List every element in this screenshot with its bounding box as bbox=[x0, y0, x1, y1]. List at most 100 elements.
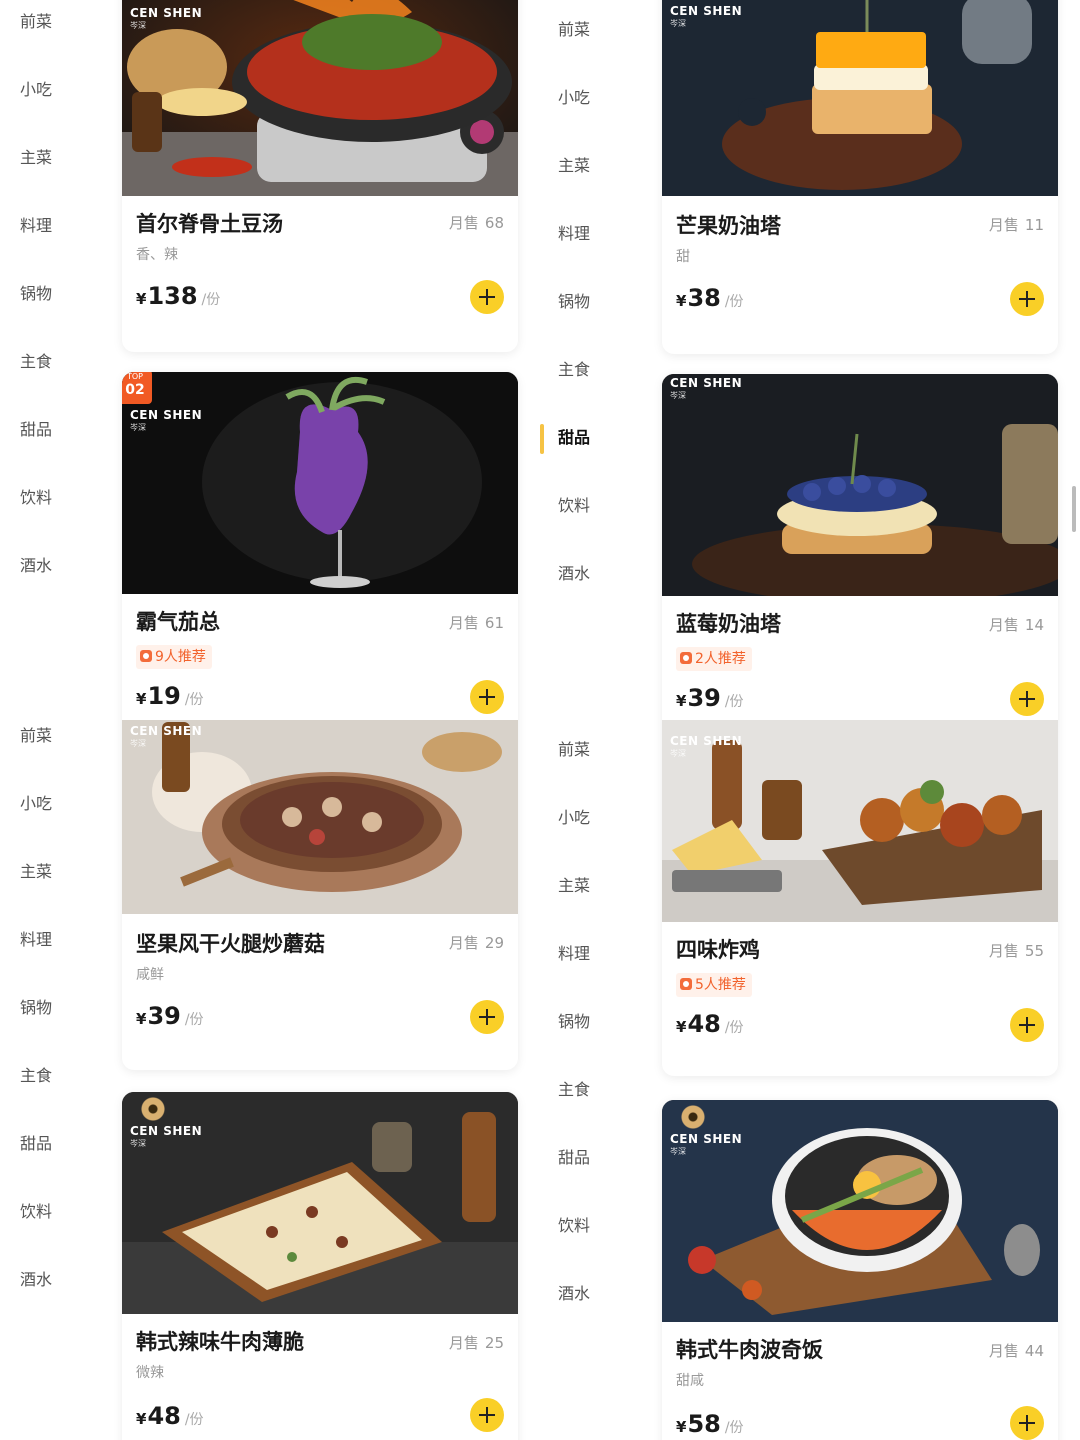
category-item[interactable]: 锅物 bbox=[0, 274, 110, 314]
category-item[interactable]: 锅物 bbox=[540, 282, 650, 322]
category-label: 酒水 bbox=[20, 1270, 53, 1289]
category-item[interactable]: 料理 bbox=[0, 920, 110, 960]
category-label: 前菜 bbox=[558, 740, 591, 759]
brand-logo: CEN SHEN 岑深 bbox=[670, 4, 743, 28]
category-item[interactable]: 饮料 bbox=[0, 1192, 110, 1232]
brand-logo: CEN SHEN 岑深 bbox=[130, 1096, 202, 1149]
category-label: 料理 bbox=[20, 216, 53, 235]
add-to-cart-button[interactable] bbox=[1010, 682, 1044, 716]
dish-photo: CEN SHEN 岑深 bbox=[662, 374, 1058, 596]
category-item[interactable]: 前菜 bbox=[0, 2, 110, 42]
category-label: 饮料 bbox=[558, 1216, 591, 1235]
recommend-icon bbox=[680, 652, 692, 664]
dish-photo: TOP 02 CEN SHEN 岑深 bbox=[122, 372, 518, 594]
monthly-sales: 月售 25 bbox=[448, 1334, 504, 1352]
flower-logo-icon bbox=[140, 1096, 166, 1122]
category-item[interactable]: 主菜 bbox=[540, 146, 650, 186]
category-item-active[interactable]: 甜品 bbox=[540, 418, 650, 458]
category-label: 酒水 bbox=[558, 564, 591, 583]
category-label: 锅物 bbox=[20, 284, 53, 303]
dish-photo: CEN SHEN 岑深 bbox=[662, 720, 1058, 922]
dish-card[interactable]: CEN SHEN 岑深 四味炸鸡 月售 55 5人推荐 ¥48/份 bbox=[662, 720, 1058, 1076]
dish-card[interactable]: CEN SHEN 岑深 坚果风干火腿炒蘑菇 月售 29 咸鲜 ¥39/份 bbox=[122, 720, 518, 1070]
dish-price: ¥39/份 bbox=[136, 1002, 204, 1030]
dish-name: 芒果奶油塔 bbox=[676, 214, 781, 238]
dish-card[interactable]: CEN SHEN 岑深 芒果奶油塔 月售 11 甜 ¥38/份 bbox=[662, 0, 1058, 354]
category-item[interactable]: 酒水 bbox=[540, 1274, 650, 1314]
brand-logo: CEN SHEN 岑深 bbox=[130, 408, 203, 432]
dish-card[interactable]: TOP 02 CEN SHEN 岑深 霸气茄总 月售 61 9人推荐 ¥19/份 bbox=[122, 372, 518, 720]
category-item[interactable]: 料理 bbox=[540, 934, 650, 974]
category-item[interactable]: 小吃 bbox=[540, 78, 650, 118]
category-label: 主菜 bbox=[558, 156, 591, 175]
category-item[interactable]: 主食 bbox=[540, 1070, 650, 1110]
monthly-sales: 月售 29 bbox=[448, 934, 504, 952]
dish-price: ¥19/份 bbox=[136, 682, 204, 710]
category-label: 主食 bbox=[20, 1066, 53, 1085]
category-label: 锅物 bbox=[558, 292, 591, 311]
category-item[interactable]: 酒水 bbox=[0, 546, 110, 586]
category-label: 料理 bbox=[20, 930, 53, 949]
category-label: 甜品 bbox=[20, 420, 53, 439]
dish-card[interactable]: CEN SHEN 岑深 首尔脊骨土豆汤 月售 68 香、辣 ¥138/份 bbox=[122, 0, 518, 352]
flower-logo-icon bbox=[680, 1104, 706, 1130]
category-item[interactable]: 料理 bbox=[540, 214, 650, 254]
category-item[interactable]: 饮料 bbox=[540, 1206, 650, 1246]
category-item[interactable]: 酒水 bbox=[0, 1260, 110, 1300]
brand-logo: CEN SHEN 岑深 bbox=[670, 376, 743, 400]
dish-card[interactable]: CEN SHEN 岑深 蓝莓奶油塔 月售 14 2人推荐 ¥39/份 bbox=[662, 374, 1058, 720]
monthly-sales: 月售 11 bbox=[988, 216, 1044, 234]
category-item[interactable]: 料理 bbox=[0, 206, 110, 246]
category-label: 料理 bbox=[558, 224, 591, 243]
category-item[interactable]: 锅物 bbox=[540, 1002, 650, 1042]
dish-description: 甜 bbox=[676, 249, 690, 265]
add-to-cart-button[interactable] bbox=[470, 1398, 504, 1432]
dish-card[interactable]: CEN SHEN 岑深 韩式牛肉波奇饭 月售 44 甜咸 ¥58/份 bbox=[662, 1100, 1058, 1440]
brand-logo: CEN SHEN 岑深 bbox=[670, 734, 743, 758]
category-item[interactable]: 饮料 bbox=[540, 486, 650, 526]
scrollbar[interactable] bbox=[1072, 486, 1076, 532]
recommend-badge: 5人推荐 bbox=[676, 973, 752, 997]
menu-panel-top-left: 前菜 小吃 主菜 料理 锅物 主食 甜品 饮料 酒水 CEN SHEN 岑深 首… bbox=[0, 0, 540, 720]
monthly-sales: 月售 44 bbox=[988, 1342, 1044, 1360]
menu-panel-bottom-right: 前菜 小吃 主菜 料理 锅物 主食 甜品 饮料 酒水 CEN SHEN 岑深 四… bbox=[540, 720, 1080, 1440]
add-to-cart-button[interactable] bbox=[470, 1000, 504, 1034]
category-label: 主菜 bbox=[558, 876, 591, 895]
category-item[interactable]: 甜品 bbox=[540, 1138, 650, 1178]
dish-price: ¥39/份 bbox=[676, 684, 744, 712]
dish-name: 四味炸鸡 bbox=[676, 938, 760, 962]
brand-logo: CEN SHEN 岑深 bbox=[130, 724, 203, 748]
category-item[interactable]: 主菜 bbox=[0, 138, 110, 178]
category-label: 主菜 bbox=[20, 148, 53, 167]
dish-price: ¥48/份 bbox=[136, 1402, 204, 1430]
category-item[interactable]: 主菜 bbox=[540, 866, 650, 906]
add-to-cart-button[interactable] bbox=[470, 280, 504, 314]
category-sidebar: 前菜 小吃 主菜 料理 锅物 主食 甜品 饮料 酒水 bbox=[0, 0, 110, 720]
category-item[interactable]: 主菜 bbox=[0, 852, 110, 892]
category-item[interactable]: 甜品 bbox=[0, 410, 110, 450]
category-item[interactable]: 小吃 bbox=[0, 784, 110, 824]
category-item[interactable]: 前菜 bbox=[0, 720, 110, 756]
category-item[interactable]: 主食 bbox=[0, 342, 110, 382]
category-item[interactable]: 小吃 bbox=[0, 70, 110, 110]
category-item[interactable]: 前菜 bbox=[540, 730, 650, 770]
category-item[interactable]: 主食 bbox=[540, 350, 650, 390]
category-item[interactable]: 饮料 bbox=[0, 478, 110, 518]
dish-photo: CEN SHEN 岑深 bbox=[122, 720, 518, 914]
dish-price: ¥38/份 bbox=[676, 284, 744, 312]
category-sidebar: 前菜 小吃 主菜 料理 锅物 主食 甜品 饮料 酒水 bbox=[0, 720, 110, 1440]
category-item[interactable]: 酒水 bbox=[540, 554, 650, 594]
category-item[interactable]: 甜品 bbox=[0, 1124, 110, 1164]
category-item[interactable]: 主食 bbox=[0, 1056, 110, 1096]
add-to-cart-button[interactable] bbox=[1010, 1008, 1044, 1042]
category-item[interactable]: 小吃 bbox=[540, 798, 650, 838]
dish-photo: CEN SHEN 岑深 bbox=[122, 1092, 518, 1314]
dish-price: ¥138/份 bbox=[136, 282, 221, 310]
dish-card[interactable]: CEN SHEN 岑深 韩式辣味牛肉薄脆 月售 25 微辣 ¥48/份 bbox=[122, 1092, 518, 1440]
add-to-cart-button[interactable] bbox=[1010, 1406, 1044, 1440]
add-to-cart-button[interactable] bbox=[470, 680, 504, 714]
category-item[interactable]: 前菜 bbox=[540, 10, 650, 50]
category-label: 小吃 bbox=[20, 80, 53, 99]
category-item[interactable]: 锅物 bbox=[0, 988, 110, 1028]
add-to-cart-button[interactable] bbox=[1010, 282, 1044, 316]
